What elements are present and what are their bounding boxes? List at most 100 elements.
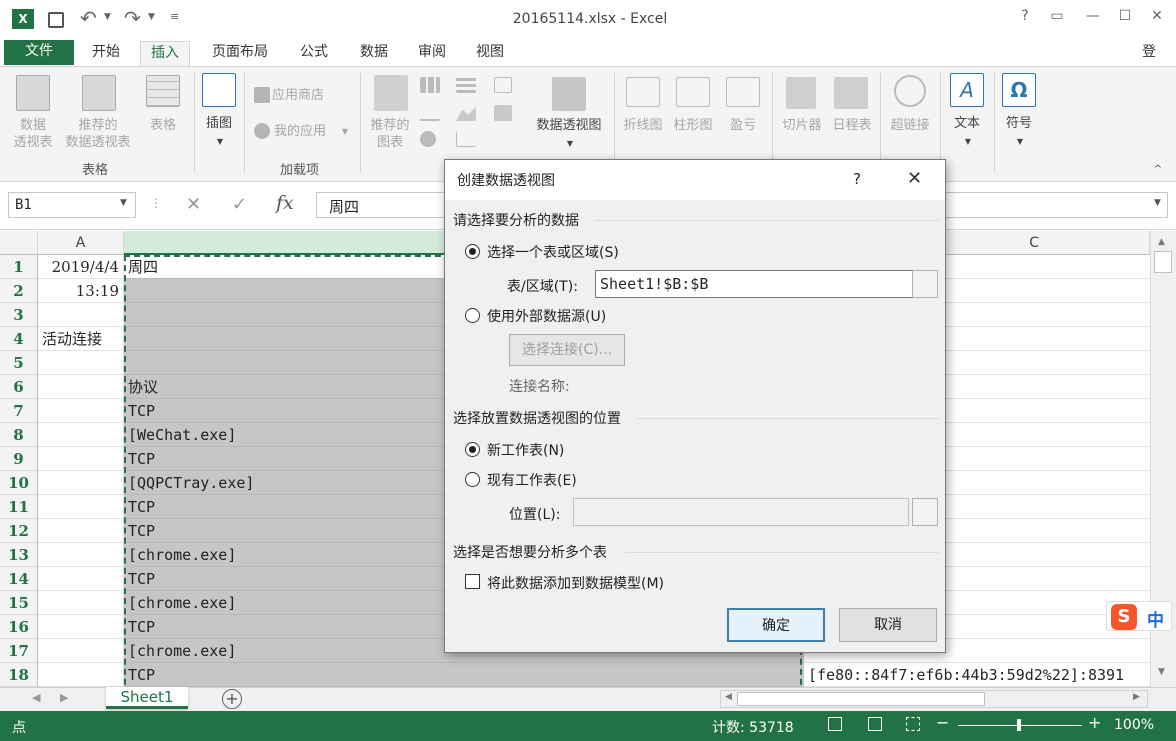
formula-options-icon[interactable]: ⋮ [150,196,162,210]
undo-icon[interactable]: ↶ [80,6,97,30]
cell-a[interactable] [38,519,124,543]
row-header[interactable]: 6 [0,375,38,399]
row-header[interactable]: 13 [0,543,38,567]
maximize-button[interactable]: ☐ [1112,8,1138,24]
zoom-slider-thumb[interactable] [1017,719,1021,731]
range-ref-picker-icon[interactable] [912,270,938,298]
scroll-thumb[interactable] [1154,251,1172,273]
cell-a[interactable]: 2019/4/4 [38,255,124,279]
scatter-chart-icon[interactable] [456,131,476,147]
hierarchy-chart-icon[interactable] [494,77,512,93]
cell-a[interactable] [38,447,124,471]
name-box-dropdown-icon[interactable]: ▼ [120,198,127,208]
dialog-close-icon[interactable]: ✕ [907,168,922,189]
pivot-chart-button[interactable]: 数据透视图 [526,117,612,134]
range-input[interactable]: Sheet1!$B:$B [595,270,913,298]
location-ref-picker-icon[interactable] [912,498,938,526]
pivot-table-button[interactable]: 数据 透视表 [6,117,60,151]
column-header-a[interactable]: A [38,231,124,255]
sheet-scroll-left-icon[interactable]: ◀ [32,691,40,704]
tab-page-layout[interactable]: 页面布局 [202,41,278,66]
cell-a[interactable]: 13:19 [38,279,124,303]
scroll-down-icon[interactable]: ▼ [1158,667,1165,677]
add-to-data-model-checkbox[interactable] [465,574,480,589]
cell-a[interactable] [38,567,124,591]
row-header[interactable]: 14 [0,567,38,591]
area-chart-icon[interactable] [456,106,476,121]
sparkline-column-button[interactable]: 柱形图 [668,117,718,134]
row-header[interactable]: 11 [0,495,38,519]
row-header[interactable]: 1 [0,255,38,279]
radio-external-source[interactable] [465,308,480,323]
text-button[interactable]: 文本 [946,115,988,132]
cell-a[interactable] [38,351,124,375]
symbols-dropdown-icon[interactable]: ▼ [1012,133,1028,150]
ribbon-display-icon[interactable]: ▭ [1044,8,1070,24]
select-all-corner[interactable] [0,231,38,255]
hyperlink-button[interactable]: 超链接 [884,117,936,134]
tab-insert[interactable]: 插入 [140,41,190,66]
zoom-out-icon[interactable]: − [936,713,949,732]
row-header[interactable]: 2 [0,279,38,303]
location-input[interactable] [573,498,909,526]
column-chart-icon[interactable] [420,77,440,93]
cell-a[interactable] [38,591,124,615]
my-apps-button[interactable]: 我的应用 [274,123,338,140]
row-header[interactable]: 5 [0,351,38,375]
text-dropdown-icon[interactable]: ▼ [960,133,976,150]
store-button[interactable]: 应用商店 [272,87,342,104]
h-scroll-thumb[interactable] [737,692,985,706]
cancel-button[interactable]: 取消 [839,608,937,642]
ok-button[interactable]: 确定 [727,608,825,642]
combo-chart-icon[interactable] [494,105,512,121]
radio-new-sheet[interactable] [465,442,480,457]
sparkline-line-button[interactable]: 折线图 [618,117,668,134]
add-to-data-model-label[interactable]: 将此数据添加到数据模型(M) [487,573,664,593]
radio-select-table-label[interactable]: 选择一个表或区域(S) [487,242,619,262]
signin-link[interactable]: 登录 [1132,41,1176,82]
my-apps-dropdown-icon[interactable]: ▼ [340,123,350,140]
radio-new-sheet-label[interactable]: 新工作表(N) [487,440,564,460]
row-header[interactable]: 18 [0,663,38,687]
sheet-tab-sheet1[interactable]: Sheet1 [106,687,188,709]
save-icon[interactable] [48,12,64,28]
row-header[interactable]: 16 [0,615,38,639]
normal-view-icon[interactable] [828,717,842,731]
row-header[interactable]: 7 [0,399,38,423]
sheet-scroll-right-icon[interactable]: ▶ [60,691,68,704]
row-header[interactable]: 9 [0,447,38,471]
dialog-help-button[interactable]: ? [853,170,861,188]
radio-external-source-label[interactable]: 使用外部数据源(U) [487,306,606,326]
cell-a[interactable] [38,543,124,567]
pie-chart-icon[interactable] [420,131,436,147]
zoom-in-icon[interactable]: + [1088,713,1101,732]
scroll-up-icon[interactable]: ▲ [1158,237,1165,247]
customize-qat-icon[interactable]: ≡ [170,10,179,23]
collapse-ribbon-icon[interactable]: ^ [1150,161,1166,178]
slicer-button[interactable]: 切片器 [776,117,828,134]
add-sheet-icon[interactable]: + [222,689,242,709]
row-header[interactable]: 3 [0,303,38,327]
table-button[interactable]: 表格 [140,117,186,134]
undo-dropdown-icon[interactable]: ▼ [104,12,111,22]
cancel-formula-icon[interactable]: ✕ [186,194,201,215]
zoom-level[interactable]: 100% [1114,717,1154,733]
line-chart-icon[interactable] [420,105,440,121]
sparkline-winloss-button[interactable]: 盈亏 [722,117,764,134]
redo-dropdown-icon[interactable]: ▼ [148,12,155,22]
cell-c[interactable]: [fe80::84f7:ef6b:44b3:59d2%22]:8391 [804,663,1150,687]
close-button[interactable]: ✕ [1144,8,1170,24]
choose-connection-button[interactable]: 选择连接(C)... [509,334,625,366]
cell-a[interactable] [38,423,124,447]
tab-view[interactable]: 视图 [466,41,514,66]
h-scroll-left-icon[interactable]: ◀ [725,692,732,702]
cell-a[interactable]: 活动连接 [38,327,124,351]
radio-existing-sheet-label[interactable]: 现有工作表(E) [487,470,577,490]
illustrations-button[interactable]: 插图 [198,115,240,132]
h-scroll-right-icon[interactable]: ▶ [1133,692,1140,702]
help-button[interactable]: ? [1012,8,1038,24]
symbols-button[interactable]: 符号 [998,115,1040,132]
ime-indicator[interactable]: S 中 [1106,601,1172,631]
pivot-chart-dropdown-icon[interactable]: ▼ [562,135,578,152]
expand-formula-icon[interactable]: ▼ [1154,198,1161,208]
